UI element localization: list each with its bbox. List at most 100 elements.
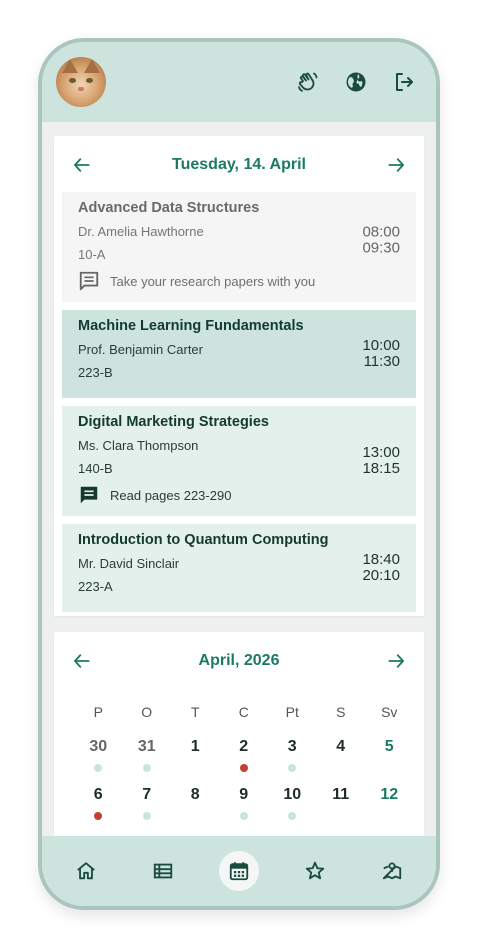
lesson-card[interactable]: Machine Learning Fundamentals Prof. Benj… (62, 310, 416, 398)
calendar-day[interactable]: 7 (123, 786, 172, 824)
lesson-teacher: Mr. David Sinclair (78, 556, 180, 571)
weekday-label: Pt (285, 704, 299, 720)
avatar-ear (84, 59, 100, 73)
event-dot (94, 764, 103, 772)
weekday-header: P O T C Pt S Sv (62, 704, 416, 720)
waving-hand-icon[interactable] (296, 70, 320, 94)
calendar-day-number: 11 (332, 786, 350, 803)
top-bar (42, 42, 436, 122)
lesson-room: 10-A (78, 247, 106, 262)
lesson-start: 08:00 (362, 223, 400, 241)
calendar-day-number: 6 (93, 786, 103, 803)
list-icon (153, 863, 172, 879)
calendar-day-number: 31 (137, 738, 156, 755)
arrow-left-icon (74, 654, 90, 668)
calendar-day-number: 2 (239, 738, 249, 755)
phone-frame: Tuesday, 14. April Advanced Data Structu… (38, 38, 440, 910)
lesson-note: Read pages 223-290 (78, 484, 404, 506)
avatar[interactable] (56, 57, 106, 107)
calendar-day[interactable]: 1 (171, 738, 220, 776)
lesson-card[interactable]: Digital Marketing Strategies Ms. Clara T… (62, 406, 416, 516)
calendar-week: 6 7 8 9 10 11 12 (62, 786, 416, 824)
calendar-day[interactable]: 8 (171, 786, 220, 824)
weekday-label: T (190, 704, 200, 720)
calendar-day-number: 4 (336, 738, 346, 755)
weekday-label: Sv (381, 704, 398, 720)
tab-calendar[interactable] (218, 851, 259, 891)
calendar-day-number: 9 (239, 786, 249, 803)
lesson-times: 08:00 09:30 (362, 223, 400, 257)
month-nav: April, 2026 (72, 646, 406, 676)
calendar-day[interactable]: 30 (74, 738, 123, 776)
calendar-day[interactable]: 9 (220, 786, 269, 824)
avatar-eye (69, 78, 76, 83)
lesson-subject: Machine Learning Fundamentals (78, 318, 304, 334)
calendar-day-number: 5 (384, 738, 394, 755)
globe-icon[interactable] (344, 70, 368, 94)
lesson-subject: Introduction to Quantum Computing (78, 532, 329, 548)
calendar-day[interactable]: 6 (74, 786, 123, 824)
lesson-card[interactable]: Introduction to Quantum Computing Mr. Da… (62, 524, 416, 612)
prev-month-button[interactable] (72, 651, 92, 671)
lesson-start: 10:00 (362, 337, 400, 354)
tab-favorites[interactable] (295, 851, 335, 891)
next-month-button[interactable] (386, 651, 406, 671)
calendar-day-number: 7 (142, 786, 152, 803)
lesson-card[interactable]: Advanced Data Structures Dr. Amelia Hawt… (62, 192, 416, 302)
calendar-day-number: 8 (190, 786, 200, 803)
calendar-day[interactable]: 12 (365, 786, 414, 824)
top-actions (296, 70, 416, 94)
lesson-start: 18:40 (362, 551, 400, 568)
calendar-day-number: 10 (283, 786, 302, 803)
comment-icon (79, 271, 99, 291)
event-dot (142, 812, 151, 820)
tab-home[interactable] (66, 851, 106, 891)
bottom-nav (42, 836, 436, 906)
tab-map[interactable] (372, 851, 412, 891)
event-dot-alert (239, 764, 248, 772)
logout-icon[interactable] (392, 70, 416, 94)
weekday-label: C (238, 704, 249, 720)
tab-list[interactable] (143, 851, 183, 891)
lesson-note: Take your research papers with you (78, 270, 404, 292)
lesson-end: 18:15 (362, 460, 400, 477)
calendar-day[interactable]: 11 (317, 786, 366, 824)
calendar-day[interactable]: 31 (123, 738, 172, 776)
day-title: Tuesday, 14. April (172, 156, 306, 173)
lesson-end: 09:30 (362, 239, 400, 257)
day-schedule-card: Tuesday, 14. April Advanced Data Structu… (54, 136, 424, 616)
calendar-icon (229, 862, 249, 881)
month-calendar-card: April, 2026 P O T C Pt S Sv 30 31 1 2 3 4 5 6 7 8 9 10 11 1… (54, 632, 424, 862)
calendar-day[interactable]: 10 (268, 786, 317, 824)
avatar-ear (62, 59, 78, 73)
calendar-day[interactable]: 2 (220, 738, 269, 776)
day-nav: Tuesday, 14. April (72, 150, 406, 180)
lesson-subject: Advanced Data Structures (78, 200, 260, 216)
calendar-day-number: 12 (380, 786, 399, 803)
content-scroll[interactable]: Tuesday, 14. April Advanced Data Structu… (54, 136, 424, 862)
lesson-times: 10:00 11:30 (362, 338, 400, 370)
calendar-day[interactable]: 4 (317, 738, 366, 776)
lesson-room: 223-A (78, 579, 113, 594)
lesson-subject: Digital Marketing Strategies (78, 414, 269, 430)
next-day-button[interactable] (386, 155, 406, 175)
weekday-label: O (141, 704, 153, 720)
prev-day-button[interactable] (72, 155, 92, 175)
lesson-note-text: Take your research papers with you (110, 273, 316, 289)
calendar-day[interactable]: 3 (268, 738, 317, 776)
event-dot (288, 764, 297, 772)
event-dot (288, 812, 297, 820)
star-icon (306, 861, 325, 880)
avatar-eye (86, 78, 93, 83)
event-dot (239, 812, 248, 820)
lesson-teacher: Prof. Benjamin Carter (78, 342, 203, 357)
lesson-times: 13:00 18:15 (362, 445, 400, 477)
calendar-day[interactable]: 5 (365, 738, 414, 776)
arrow-right-icon (388, 158, 404, 172)
weekday-label: S (336, 704, 346, 720)
lesson-room: 140-B (78, 461, 113, 476)
lesson-times: 18:40 20:10 (362, 552, 400, 584)
lesson-teacher: Ms. Clara Thompson (78, 438, 199, 453)
calendar-day-number: 30 (89, 738, 108, 755)
lesson-room: 223-B (78, 365, 113, 380)
